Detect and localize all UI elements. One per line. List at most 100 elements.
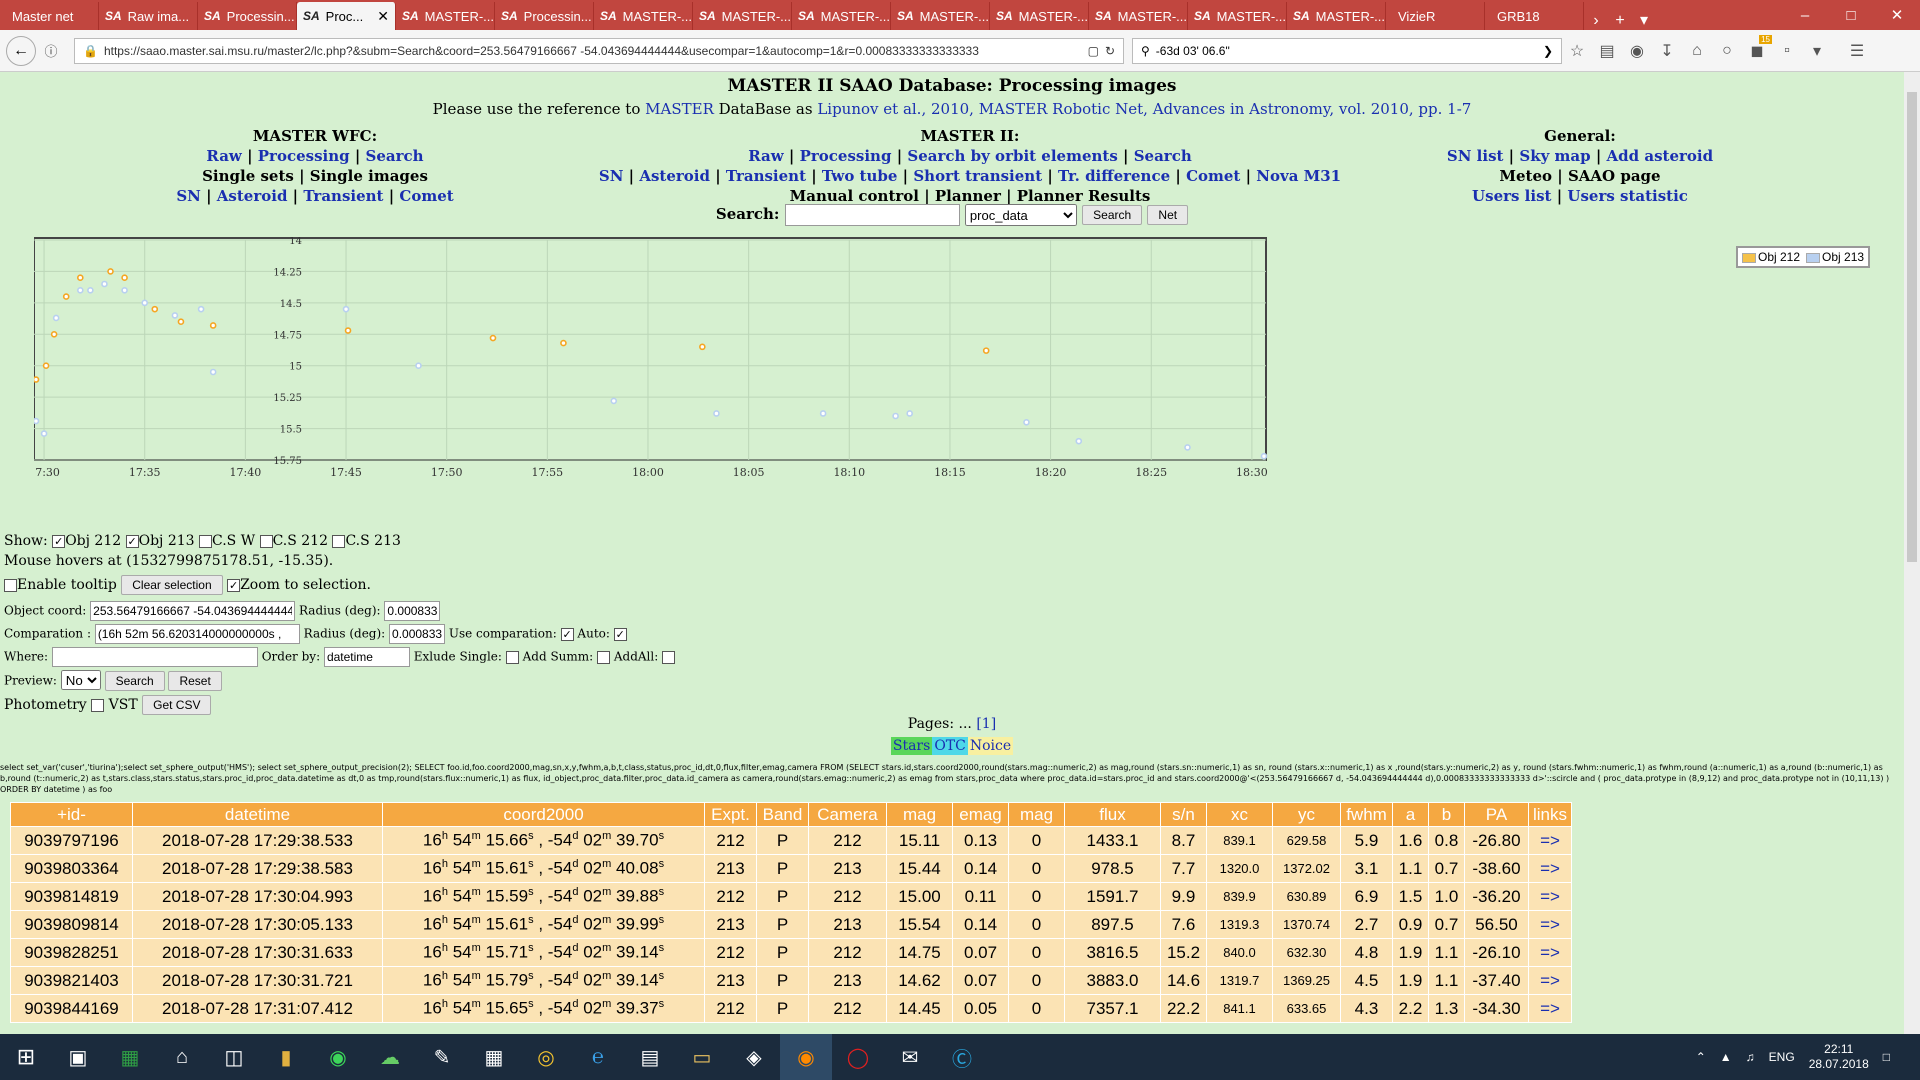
m2-link-planner[interactable]: Planner [935,187,1001,205]
tab-4[interactable]: SA MASTER-... [396,2,495,30]
search-go-icon[interactable]: ❯ [1543,44,1553,58]
master-link[interactable]: MASTER [645,100,714,118]
cell-link[interactable]: => [1527,854,1573,883]
m2-link-sn[interactable]: SN [599,167,624,185]
mail-icon[interactable]: ✉ [884,1034,936,1080]
page-1-link[interactable]: [1] [976,716,996,732]
preview-select[interactable]: No [60,670,101,690]
cell-link[interactable]: => [1527,994,1573,1023]
general-link-users-list[interactable]: Users list [1472,187,1551,205]
wfc-link-asteroid[interactable]: Asteroid [217,187,288,205]
tab-2[interactable]: SA Processin... [198,2,297,30]
m2-link-tr-difference[interactable]: Tr. difference [1058,167,1170,185]
reset-button[interactable]: Reset [168,671,222,691]
cs213-checkbox[interactable] [332,534,346,548]
tab-0[interactable]: Master net [0,2,99,30]
tab-scroll-right-icon[interactable]: › [1584,12,1608,30]
m2-link-nova-m31[interactable]: Nova M31 [1256,167,1341,185]
search-table-select[interactable]: proc_data [964,204,1077,226]
notifications-icon[interactable]: □ [1883,1050,1890,1064]
spotify-icon[interactable]: ◉ [312,1034,364,1080]
radius2-input[interactable] [389,624,446,644]
cell-link[interactable]: => [1527,826,1573,855]
cell-link[interactable]: => [1527,966,1573,995]
enable-tooltip-checkbox[interactable] [4,578,17,592]
new-tab-icon[interactable]: + [1608,12,1632,30]
info-icon[interactable]: ⓘ [36,41,66,60]
page-scrollbar[interactable] [1904,72,1920,1034]
calculator-icon[interactable]: ▦ [468,1034,520,1080]
home-icon[interactable]: ⌂ [1682,42,1712,60]
wfc-link-search[interactable]: Search [366,147,424,165]
where-input[interactable] [51,647,258,667]
tab-3[interactable]: SA Proc... ✕ [297,2,396,30]
obj213-checkbox[interactable]: ✓ [125,534,139,548]
auto-checkbox[interactable]: ✓ [613,627,627,641]
detail-link[interactable]: => [1540,999,1560,1018]
tab-13[interactable]: SA MASTER-... [1287,2,1386,30]
chrome-icon[interactable]: ◎ [520,1034,572,1080]
detail-link[interactable]: => [1540,859,1560,878]
excel-icon[interactable]: ▦ [104,1034,156,1080]
wfc-link-single-sets[interactable]: Single sets [202,167,294,185]
get-csv-button[interactable]: Get CSV [142,695,212,715]
search-button[interactable]: Search [1082,205,1143,225]
tab-11[interactable]: SA MASTER-... [1089,2,1188,30]
tab-15[interactable]: GRB18 [1485,2,1584,30]
m2-link-comet[interactable]: Comet [1186,167,1240,185]
detail-link[interactable]: => [1540,915,1560,934]
reload-icon[interactable]: ↻ [1105,44,1115,58]
m2-link-two-tube[interactable]: Two tube [822,167,898,185]
language-indicator[interactable]: ENG [1769,1050,1795,1064]
taskbar-app-icon[interactable]: ▣ [52,1034,104,1080]
extension-icon[interactable]: ◼ 15 [1742,34,1772,61]
lightcurve-chart[interactable]: 17:30 17:35 17:40 17:45 17:50 17:55 18:00 18:05… [34,237,1546,512]
home-app-icon[interactable]: ⌂ [156,1034,208,1080]
tab-6[interactable]: SA MASTER-... [594,2,693,30]
wfc-link-sn[interactable]: SN [176,187,201,205]
back-button[interactable]: ← [6,35,36,66]
hamburger-menu-icon[interactable]: ☰ [1842,41,1872,61]
folder-icon[interactable]: ▭ [676,1034,728,1080]
tab-9[interactable]: SA MASTER-... [891,2,990,30]
start-icon[interactable]: ⊞ [0,1034,52,1080]
general-link-saao-page[interactable]: SAAO page [1568,167,1661,185]
m2-link-manual-control[interactable]: Manual control [790,187,919,205]
m2-link-search[interactable]: Search [1134,147,1192,165]
tab-noice[interactable]: Noice [967,737,1014,755]
detail-link[interactable]: => [1540,887,1560,906]
clear-selection-button[interactable]: Clear selection [121,575,223,595]
tab-1[interactable]: SA Raw ima... [99,2,198,30]
general-link-users-statistic[interactable]: Users statistic [1567,187,1688,205]
cell-link[interactable]: => [1527,938,1573,967]
m2-link-search-by-orbit-elements[interactable]: Search by orbit elements [907,147,1117,165]
add-summ-checkbox[interactable] [597,650,611,664]
close-window-icon[interactable]: ✕ [1874,2,1920,30]
use-comparation-checkbox[interactable]: ✓ [560,627,574,641]
wfc-link-processing[interactable]: Processing [258,147,350,165]
pocket-icon[interactable]: ◉ [1622,41,1652,61]
m2-link-raw[interactable]: Raw [748,147,783,165]
clock[interactable]: 22:11 28.07.2018 [1809,1042,1869,1072]
reader-view-icon[interactable]: ▢ [1088,44,1099,58]
radius-input[interactable] [384,601,441,621]
tab-stars[interactable]: Stars [890,737,933,755]
m2-link-planner-results[interactable]: Planner Results [1017,187,1151,205]
tab-12[interactable]: SA MASTER-... [1188,2,1287,30]
minimize-icon[interactable]: – [1782,2,1828,30]
notes-icon[interactable]: ✎ [416,1034,468,1080]
m2-link-short-transient[interactable]: Short transient [913,167,1042,185]
cloud-app-icon[interactable]: ☁ [364,1034,416,1080]
firefox-icon[interactable]: ◉ [780,1034,832,1080]
detail-link[interactable]: => [1540,831,1560,850]
tray-arrow-icon[interactable]: ⌃ [1696,1050,1706,1064]
general-link-add-asteroid[interactable]: Add asteroid [1607,147,1714,165]
ie-icon[interactable]: ℮ [572,1034,624,1080]
save-icon[interactable]: ▤ [624,1034,676,1080]
lipunov-link[interactable]: Lipunov et al., 2010, MASTER Robotic Net… [817,100,1471,118]
network-app-icon[interactable]: ◫ [208,1034,260,1080]
tab-10[interactable]: SA MASTER-... [990,2,1089,30]
tab-8[interactable]: SA MASTER-... [792,2,891,30]
csw-checkbox[interactable] [199,534,213,548]
tab-otc[interactable]: OTC [932,737,968,755]
